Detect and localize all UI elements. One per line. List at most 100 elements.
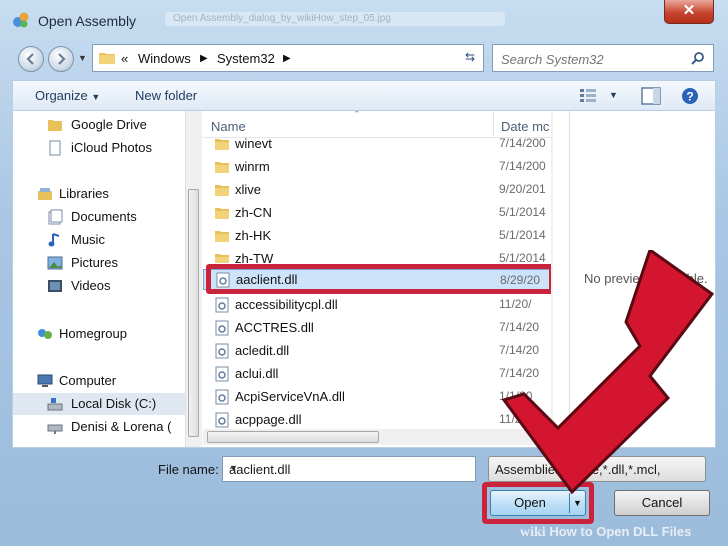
breadcrumb-arrow-icon[interactable]: ▶ bbox=[200, 53, 208, 64]
file-date: 7/14/200 bbox=[499, 136, 546, 150]
search-icon[interactable] bbox=[691, 51, 705, 65]
svg-text:?: ? bbox=[686, 90, 693, 104]
chevron-down-icon: ▼ bbox=[91, 92, 101, 102]
videos-icon bbox=[48, 280, 62, 292]
nav-item-videos[interactable]: Videos bbox=[13, 275, 185, 297]
watermark-text: How to Open DLL Files bbox=[549, 524, 692, 539]
file-name-label: File name: bbox=[158, 462, 219, 477]
breadcrumb-system32[interactable]: System32 bbox=[217, 51, 275, 66]
folder-icon bbox=[215, 162, 229, 173]
preview-pane-icon[interactable] bbox=[641, 87, 661, 105]
nav-item-homegroup[interactable]: Homegroup bbox=[13, 323, 185, 345]
forward-button[interactable] bbox=[48, 46, 74, 72]
nav-label: Homegroup bbox=[59, 326, 127, 341]
file-date: 7/14/200 bbox=[499, 159, 546, 173]
file-name: zh-CN bbox=[235, 205, 272, 220]
nav-item-google-drive[interactable]: Google Drive bbox=[13, 114, 185, 136]
file-name-dropdown-icon[interactable]: ▼ bbox=[229, 463, 469, 473]
watermark: wiki How to Open DLL Files bbox=[520, 524, 691, 541]
file-row[interactable]: winevt 7/14/200 bbox=[203, 132, 553, 155]
dll-file-icon bbox=[215, 343, 229, 359]
nav-item-documents[interactable]: Documents bbox=[13, 206, 185, 228]
nav-scroll-thumb[interactable] bbox=[188, 189, 199, 437]
libraries-icon bbox=[38, 188, 52, 200]
view-dropdown-icon[interactable]: ▼ bbox=[609, 90, 618, 100]
window-title: Open Assembly bbox=[38, 13, 137, 29]
nav-label: Local Disk (C:) bbox=[71, 396, 157, 411]
music-icon bbox=[48, 233, 60, 247]
forward-arrow-icon bbox=[58, 53, 66, 65]
file-date: 5/1/2014 bbox=[499, 228, 546, 242]
folder-icon bbox=[215, 185, 229, 196]
breadcrumb-windows[interactable]: Windows bbox=[138, 51, 191, 66]
file-name: zh-HK bbox=[235, 228, 272, 243]
nav-label: Documents bbox=[71, 209, 137, 224]
folder-icon bbox=[215, 231, 229, 242]
breadcrumb-separator: « bbox=[121, 51, 129, 66]
dll-file-icon bbox=[215, 389, 229, 405]
organize-button[interactable]: Organize ▼ bbox=[35, 88, 100, 103]
back-arrow-icon bbox=[26, 53, 34, 65]
file-name: zh-TW bbox=[235, 251, 274, 263]
file-row[interactable]: xlive 9/20/201 bbox=[203, 178, 553, 201]
recent-pages-chevron-icon[interactable]: ▼ bbox=[78, 53, 87, 63]
file-date: 5/1/2014 bbox=[499, 205, 546, 219]
title-bar: Open Assembly Open Assembly_dialog_by_wi… bbox=[0, 0, 728, 40]
file-date: 9/20/201 bbox=[499, 182, 546, 196]
search-input[interactable] bbox=[499, 49, 683, 69]
nav-item-local-disk[interactable]: Local Disk (C:) bbox=[13, 393, 185, 415]
file-name: xlive bbox=[235, 182, 262, 197]
pictures-icon bbox=[47, 256, 63, 270]
folder-icon bbox=[215, 139, 229, 150]
nav-label: Music bbox=[71, 232, 105, 247]
navigation-row: ▼ « Windows ▶ System32 ▶ ▼ ⇆ bbox=[0, 40, 728, 76]
dll-file-icon bbox=[215, 412, 229, 428]
nav-item-network-drive[interactable]: Denisi & Lorena ( bbox=[13, 416, 185, 438]
documents-icon bbox=[48, 209, 63, 225]
nav-label: Videos bbox=[71, 278, 111, 293]
nav-item-computer[interactable]: Computer bbox=[13, 370, 185, 392]
help-icon[interactable]: ? bbox=[681, 87, 699, 105]
nav-item-music[interactable]: Music bbox=[13, 229, 185, 251]
folder-icon bbox=[215, 208, 229, 219]
navigation-pane: Google Drive iCloud Photos Libraries Doc… bbox=[13, 111, 185, 447]
back-button[interactable] bbox=[18, 46, 44, 72]
file-name: winevt bbox=[235, 136, 272, 151]
homegroup-icon bbox=[38, 329, 52, 339]
file-name: accessibilitycpl.dll bbox=[235, 297, 338, 312]
disk-icon bbox=[47, 398, 63, 411]
folder-icon bbox=[99, 53, 115, 64]
watermark-brand: wiki bbox=[520, 525, 546, 540]
nav-item-pictures[interactable]: Pictures bbox=[13, 252, 185, 274]
file-row[interactable]: zh-HK 5/1/2014 bbox=[203, 224, 553, 247]
file-name: aclui.dll bbox=[235, 366, 279, 381]
network-drive-icon bbox=[47, 424, 63, 434]
blurred-url-bar: Open Assembly_dialog_by_wikiHow_step_05.… bbox=[165, 12, 505, 26]
file-row[interactable]: winrm 7/14/200 bbox=[203, 155, 553, 178]
breadcrumb-arrow-icon[interactable]: ▶ bbox=[283, 53, 291, 64]
view-options-icon[interactable] bbox=[579, 87, 597, 103]
document-icon bbox=[49, 140, 61, 156]
organize-label: Organize bbox=[35, 88, 88, 103]
file-name: AcpiServiceVnA.dll bbox=[235, 389, 345, 404]
horizontal-scroll-thumb[interactable] bbox=[207, 431, 379, 443]
file-name-field[interactable]: aaclient.dll ▼ bbox=[222, 456, 476, 482]
nav-label: iCloud Photos bbox=[71, 140, 152, 155]
pointer-arrow-icon bbox=[501, 250, 715, 495]
nav-item-icloud-photos[interactable]: iCloud Photos bbox=[13, 137, 185, 159]
nav-scrollbar[interactable] bbox=[185, 111, 202, 447]
address-bar[interactable]: « Windows ▶ System32 ▶ ▼ bbox=[92, 44, 530, 72]
close-button[interactable]: ✕ bbox=[664, 0, 714, 24]
dll-file-icon bbox=[215, 297, 229, 313]
search-box[interactable] bbox=[492, 44, 714, 72]
nav-item-libraries[interactable]: Libraries bbox=[13, 183, 185, 205]
nav-label: Denisi & Lorena ( bbox=[71, 419, 172, 434]
app-icon bbox=[13, 12, 29, 28]
nav-label: Libraries bbox=[59, 186, 109, 201]
refresh-icon[interactable]: ⇆ bbox=[458, 50, 482, 66]
folder-icon bbox=[48, 120, 62, 131]
file-name: acppage.dll bbox=[235, 412, 302, 427]
file-row[interactable]: zh-CN 5/1/2014 bbox=[203, 201, 553, 224]
new-folder-button[interactable]: New folder bbox=[135, 88, 197, 103]
command-toolbar: Organize ▼ New folder ▼ ? bbox=[12, 80, 716, 110]
